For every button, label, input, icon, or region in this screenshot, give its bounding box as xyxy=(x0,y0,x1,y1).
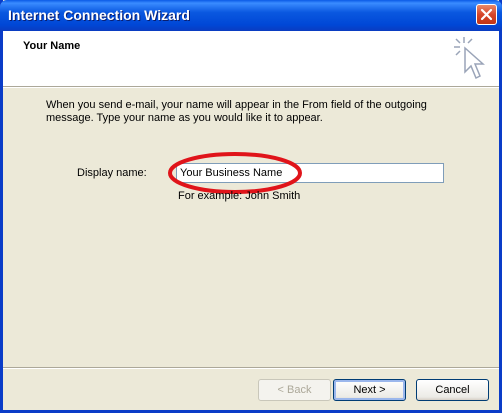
wizard-header: Your Name xyxy=(3,31,499,87)
next-button[interactable]: Next > xyxy=(333,379,406,401)
cancel-button[interactable]: Cancel xyxy=(416,379,489,401)
wizard-cursor-icon xyxy=(454,37,485,80)
close-icon xyxy=(480,8,493,21)
close-button[interactable] xyxy=(476,4,497,25)
example-hint: For example: John Smith xyxy=(178,190,301,202)
back-button[interactable]: < Back xyxy=(258,379,331,401)
wizard-window: Internet Connection Wizard Your Name Whe… xyxy=(0,0,502,413)
display-name-label: Display name: xyxy=(77,167,147,179)
window-title: Internet Connection Wizard xyxy=(8,7,190,23)
footer-separator xyxy=(3,367,499,369)
page-title: Your Name xyxy=(23,40,81,52)
display-name-input[interactable] xyxy=(176,163,444,183)
description-text: When you send e-mail, your name will app… xyxy=(46,99,427,124)
title-bar[interactable]: Internet Connection Wizard xyxy=(0,0,502,31)
header-separator xyxy=(3,87,499,88)
